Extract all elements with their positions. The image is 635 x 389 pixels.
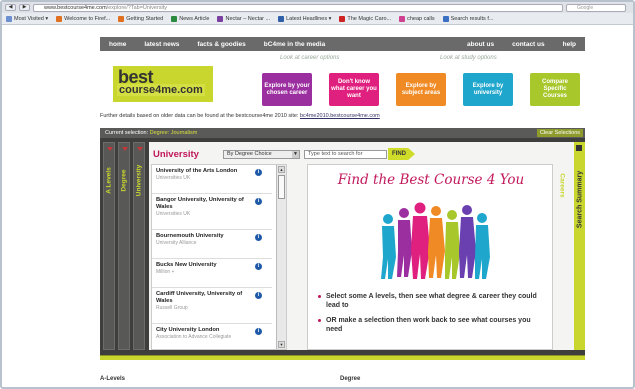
bookmark-item[interactable]: Welcome to Firef... — [56, 15, 110, 22]
arrow-down-icon — [107, 147, 113, 151]
panel-title: University — [153, 149, 199, 160]
nav-latest-news[interactable]: latest news — [135, 41, 188, 48]
clear-selections-button[interactable]: Clear Selections — [536, 129, 583, 137]
bookmark-item[interactable]: Latest Headlines ▾ — [278, 15, 331, 22]
browser-toolbar: ◀ ▶ www.bestcourse4me.com/explore/?Tab=U… — [2, 2, 633, 13]
info-icon[interactable]: i — [255, 263, 262, 270]
promo-area: Find the Best Course 4 You Select some A… — [307, 164, 553, 350]
footer-alevels-heading: A-Levels — [100, 376, 126, 382]
nav-contact[interactable]: contact us — [503, 41, 554, 48]
explore-university-button[interactable]: Explore by university — [463, 73, 513, 106]
site-logo[interactable]: best course4me.com — [113, 66, 213, 102]
bookmark-item[interactable]: Most Visited ▾ — [6, 15, 48, 22]
bookmark-item[interactable]: cheap calls — [399, 15, 435, 22]
bookmark-icon — [442, 15, 449, 22]
bullet-item: Select some A levels, then see what degr… — [318, 292, 542, 310]
arrow-down-icon — [122, 147, 128, 151]
bookmark-icon — [56, 15, 63, 22]
site-nav: home latest news facts & goodies bC4me i… — [100, 37, 585, 51]
chevron-down-icon: ▼ — [292, 151, 299, 158]
study-hint: Look at study options — [440, 55, 497, 61]
list-item[interactable]: City University London Association to Ad… — [152, 324, 272, 349]
info-icon[interactable]: i — [255, 169, 262, 176]
tab-degree[interactable]: Degree — [118, 142, 130, 350]
arrow-down-icon — [137, 147, 143, 151]
address-bar[interactable]: www.bestcourse4me.com/explore/?Tab=Unive… — [33, 3, 563, 12]
bookmark-item[interactable]: Search results f... — [442, 15, 493, 22]
info-icon[interactable]: i — [255, 328, 262, 335]
university-panel: University By Degree Choice ▼ Type text … — [149, 142, 574, 350]
bullet-item: OR make a selection then work back to se… — [318, 316, 542, 334]
unknown-career-button[interactable]: Don't know what career you want — [329, 73, 379, 106]
explore-subject-button[interactable]: Explore by subject areas — [396, 73, 446, 106]
degree-filter-select[interactable]: By Degree Choice ▼ — [223, 150, 300, 159]
tab-alevels[interactable]: A Levels — [103, 142, 115, 350]
find-button[interactable]: FIND — [388, 148, 415, 160]
back-button[interactable]: ◀ — [5, 4, 16, 11]
bookmark-icon — [339, 15, 346, 22]
tab-university[interactable]: University — [133, 142, 145, 350]
url-path: /explore/?Tab=University — [106, 4, 168, 11]
bookmark-icon — [217, 15, 224, 22]
url-domain: www.bestcourse4me.com — [44, 4, 107, 11]
bookmark-icon — [399, 15, 406, 22]
promo-bullets: Select some A levels, then see what degr… — [318, 292, 542, 340]
list-scrollbar[interactable]: ▲ ▼ — [276, 165, 286, 349]
info-icon[interactable]: i — [255, 292, 262, 299]
bookmark-item[interactable]: News Article — [171, 15, 209, 22]
bookmark-item[interactable]: The Magic Caro... — [339, 15, 391, 22]
career-hint: Look at career options — [280, 55, 340, 61]
university-list: University of the Arts London Universiti… — [151, 164, 287, 350]
scroll-up-icon[interactable]: ▲ — [278, 166, 285, 173]
scroll-thumb[interactable] — [278, 175, 285, 199]
nav-facts[interactable]: facts & goodies — [188, 41, 254, 48]
nav-about[interactable]: about us — [458, 41, 503, 48]
bookmark-icon — [171, 15, 178, 22]
explore-career-button[interactable]: Explore by your chosen career — [262, 73, 312, 106]
selection-bar: Current selection: Degree: Journalism Cl… — [100, 128, 585, 138]
bookmark-item[interactable]: Nectar – Nectar ... — [217, 15, 270, 22]
people-figures-illustration — [381, 202, 490, 279]
nav-help[interactable]: help — [554, 41, 585, 48]
promo-title: Find the Best Course 4 You — [337, 172, 525, 188]
bookmark-icon — [118, 15, 125, 22]
bookmarks-bar: Most Visited ▾ Welcome to Firef... Getti… — [2, 13, 633, 25]
explorer-panel: A Levels Degree University University By… — [100, 138, 585, 356]
forward-button[interactable]: ▶ — [19, 4, 30, 11]
nav-home[interactable]: home — [100, 41, 135, 48]
bookmark-icon — [6, 15, 12, 22]
scroll-down-icon[interactable]: ▼ — [278, 341, 285, 348]
university-search-input[interactable]: Type text to search for — [304, 150, 387, 159]
current-selection: Degree: Journalism — [149, 130, 198, 136]
compare-courses-button[interactable]: Compare Specific Courses — [530, 73, 580, 106]
hint-row: Look at career options Look at study opt… — [262, 55, 580, 65]
list-item[interactable]: Cardiff University, University of Wales … — [152, 288, 272, 324]
nav-media[interactable]: bC4me in the media — [255, 41, 334, 48]
tab-careers[interactable]: Careers — [556, 142, 568, 350]
list-item[interactable]: Bournemouth University University Allian… — [152, 230, 272, 259]
info-icon[interactable]: i — [255, 234, 262, 241]
info-icon[interactable]: i — [255, 198, 262, 205]
bookmark-item[interactable]: Getting Started — [118, 15, 163, 22]
footer-degree-heading: Degree — [340, 376, 361, 382]
info-line: Further details based on older data can … — [100, 113, 380, 119]
list-item[interactable]: University of the Arts London Universiti… — [152, 165, 272, 194]
browser-search-input[interactable]: Google — [566, 3, 626, 12]
bookmark-icon — [278, 15, 285, 22]
close-icon[interactable] — [576, 145, 582, 151]
list-item[interactable]: Bangor University, University of Wales U… — [152, 194, 272, 230]
old-site-link[interactable]: bc4me2010.bestcourse4me.com — [300, 113, 380, 119]
panel-bottom-strip — [100, 355, 585, 360]
tab-search-summary[interactable]: Search Summary — [574, 142, 585, 350]
list-item[interactable]: Bucks New University Million + i — [152, 259, 272, 288]
